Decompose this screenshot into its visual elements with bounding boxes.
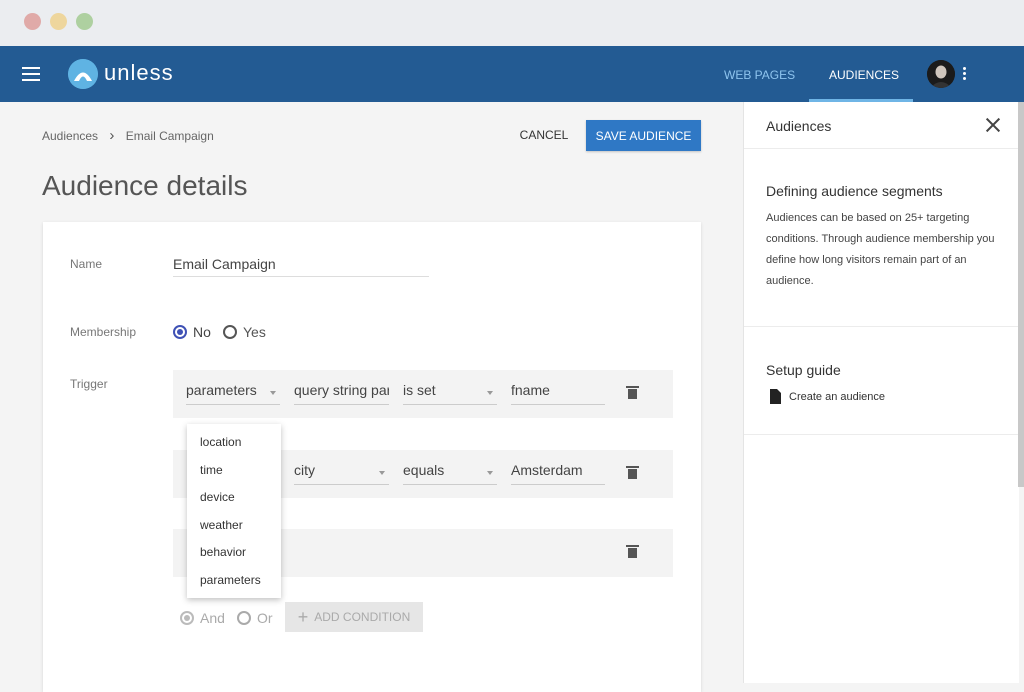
document-icon [770, 389, 781, 404]
unless-logo-icon [68, 59, 98, 89]
help-side-panel: Audiences Defining audience segments Aud… [743, 102, 1019, 683]
condition-field-value: city [294, 462, 315, 478]
side-panel-title: Audiences [766, 118, 832, 134]
nav-audiences[interactable]: AUDIENCES [829, 68, 899, 82]
condition-operator-select[interactable]: is set [403, 382, 497, 405]
chevron-down-icon [270, 391, 276, 395]
section-heading-segments: Defining audience segments [766, 183, 943, 199]
logic-or-radio[interactable] [237, 611, 251, 625]
divider [744, 326, 1019, 327]
condition-value-text: Amsterdam [511, 462, 583, 478]
condition-type-dropdown: location time device weather behavior pa… [187, 424, 281, 598]
section-heading-setup-guide: Setup guide [766, 362, 841, 378]
app-header: unless WEB PAGES AUDIENCES [0, 46, 1024, 102]
membership-no-label[interactable]: No [193, 324, 211, 340]
save-audience-button[interactable]: SAVE AUDIENCE [586, 120, 701, 151]
divider [744, 434, 1019, 435]
trash-icon[interactable] [626, 386, 639, 399]
condition-field-value: query string par [294, 382, 389, 398]
condition-type-value: parameters [186, 382, 257, 398]
chevron-down-icon [487, 391, 493, 395]
condition-operator-value: is set [403, 382, 436, 398]
condition-type-select[interactable]: parameters [186, 382, 280, 405]
chevron-down-icon [379, 471, 385, 475]
section-text-segments: Audiences can be based on 25+ targeting … [766, 212, 995, 287]
plus-icon: + [297, 606, 309, 627]
add-condition-label: ADD CONDITION [314, 609, 411, 624]
condition-value-input[interactable]: fname [511, 382, 605, 405]
chevron-right-icon: › [109, 127, 115, 144]
dropdown-option-parameters[interactable]: parameters [200, 573, 261, 587]
close-icon[interactable] [985, 117, 1001, 133]
window-minimize-dot[interactable] [50, 13, 67, 30]
breadcrumb: Audiences › Email Campaign [42, 127, 214, 144]
browser-chrome [0, 0, 1024, 46]
name-label: Name [70, 257, 103, 271]
divider [744, 148, 1019, 149]
condition-field-input[interactable]: query string par [294, 382, 389, 405]
name-input[interactable] [173, 252, 429, 277]
trash-icon[interactable] [626, 545, 639, 558]
dropdown-option-weather[interactable]: weather [200, 518, 243, 532]
membership-label: Membership [70, 325, 137, 339]
breadcrumb-current: Email Campaign [125, 129, 214, 143]
membership-yes-radio[interactable] [223, 325, 237, 339]
logic-and-label[interactable]: And [200, 610, 225, 626]
nav-web-pages[interactable]: WEB PAGES [724, 68, 795, 82]
condition-operator-value: equals [403, 462, 445, 478]
audience-form-card: Name Membership No Yes Trigger parameter… [43, 222, 701, 692]
condition-field-select[interactable]: city [294, 462, 389, 485]
page-title: Audience details [42, 170, 248, 201]
add-condition-button[interactable]: + ADD CONDITION [285, 602, 423, 632]
window-zoom-dot[interactable] [76, 13, 93, 30]
condition-value-input[interactable]: Amsterdam [511, 462, 605, 485]
trigger-label: Trigger [70, 377, 108, 391]
trigger-row: parameters query string par is set fname [173, 370, 673, 418]
kebab-menu-icon[interactable] [963, 67, 967, 82]
window-close-dot[interactable] [24, 13, 41, 30]
app-logo-text: unless [104, 60, 174, 85]
menu-icon[interactable] [22, 67, 40, 81]
user-avatar[interactable] [927, 60, 955, 88]
dropdown-option-time[interactable]: time [200, 463, 223, 477]
create-audience-link[interactable]: Create an audience [789, 391, 885, 403]
logic-or-label[interactable]: Or [257, 610, 273, 626]
membership-yes-label[interactable]: Yes [243, 324, 266, 340]
chevron-down-icon [487, 471, 493, 475]
trash-icon[interactable] [626, 466, 639, 479]
condition-operator-select[interactable]: equals [403, 462, 497, 485]
logic-and-radio[interactable] [180, 611, 194, 625]
dropdown-option-location[interactable]: location [200, 435, 241, 449]
side-panel-scrollbar[interactable] [1018, 102, 1024, 487]
cancel-button[interactable]: CANCEL [510, 120, 578, 150]
dropdown-option-behavior[interactable]: behavior [200, 545, 246, 559]
membership-no-radio[interactable] [173, 325, 187, 339]
condition-value-text: fname [511, 382, 550, 398]
breadcrumb-root[interactable]: Audiences [42, 129, 98, 143]
dropdown-option-device[interactable]: device [200, 490, 235, 504]
